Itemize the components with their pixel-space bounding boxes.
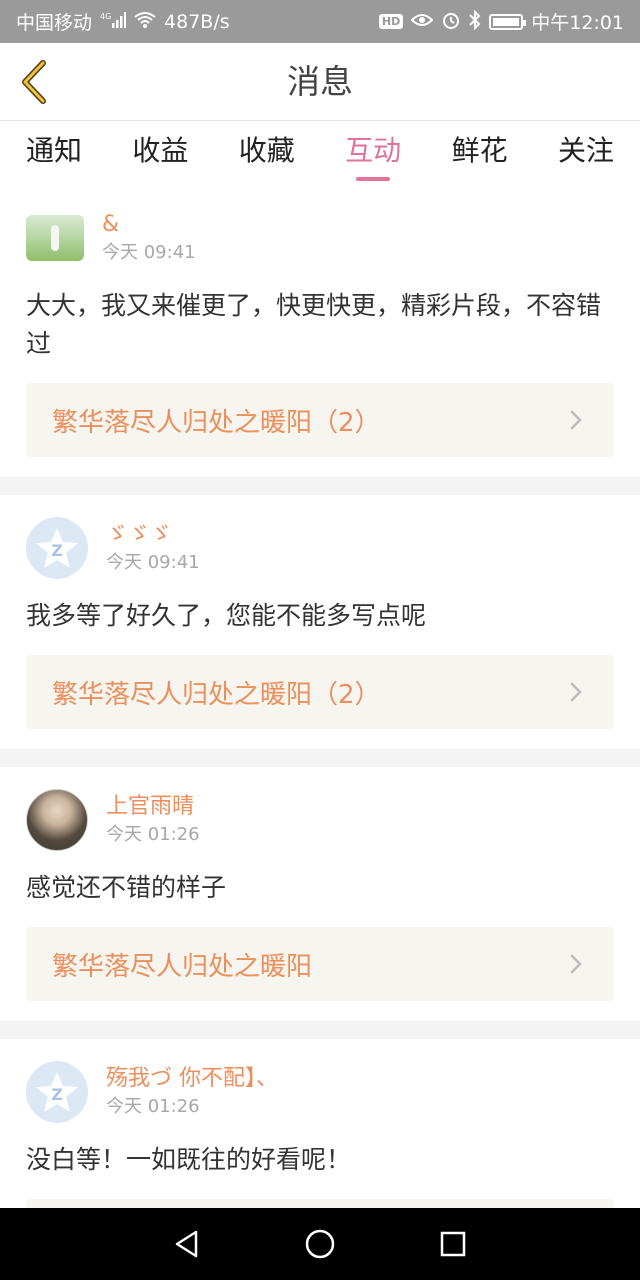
tab-label: 收藏 (238, 134, 295, 167)
tab-interactions[interactable]: 互动 (345, 121, 401, 185)
comment-text: 我多等了好久了，您能不能多写点呢 (26, 601, 427, 630)
message-card: 上官雨晴 今天 01:26 感觉还不错的样子 繁华落尽人归处之暖阳 (0, 767, 640, 1021)
status-bar: 中国移动 4G 487B/s HD 中午12:01 (0, 0, 640, 43)
message-card: Z 殇我づ 你不配】、 今天 01:26 没白等！一如既往的好看呢！ (0, 1039, 640, 1208)
username[interactable]: 殇我づ 你不配】、 (106, 1064, 278, 1094)
tab-flowers[interactable]: 鲜花 (452, 121, 508, 185)
tab-following[interactable]: 关注 (558, 121, 614, 185)
comment-text: 大大，我又来催更了，快更快更，精彩片段，不容错过 (26, 291, 602, 358)
book-title: 繁华落尽人归处之暖阳（2） (52, 679, 381, 710)
page-title: 消息 (287, 62, 353, 101)
tab-label: 鲜花 (451, 134, 508, 167)
book-link[interactable] (26, 1199, 614, 1208)
comment-text: 感觉还不错的样子 (26, 873, 227, 902)
alarm-icon (441, 10, 461, 34)
svg-text:Z: Z (51, 541, 63, 560)
message-list[interactable]: & 今天 09:41 大大，我又来催更了，快更快更，精彩片段，不容错过 繁华落尽… (0, 185, 640, 1208)
bluetooth-icon (469, 9, 481, 34)
tab-notifications[interactable]: 通知 (26, 121, 82, 185)
comment-text: 没白等！一如既往的好看呢！ (26, 1145, 352, 1174)
battery-icon (489, 13, 527, 30)
timestamp: 今天 01:26 (106, 824, 200, 845)
system-home-button[interactable] (292, 1216, 348, 1272)
triangle-back-icon (175, 1230, 197, 1258)
carrier-label: 中国移动 (16, 12, 93, 34)
square-recents-icon (441, 1231, 466, 1257)
book-title: 繁华落尽人归处之暖阳（2） (52, 407, 381, 438)
chevron-right-icon (570, 682, 582, 702)
book-link[interactable]: 繁华落尽人归处之暖阳（2） (26, 383, 614, 457)
book-link[interactable]: 繁华落尽人归处之暖阳 (26, 927, 614, 1001)
wifi-icon (134, 11, 156, 33)
tab-label: 关注 (557, 134, 614, 167)
username[interactable]: 上官雨晴 (106, 792, 200, 822)
username[interactable]: ゞゞゞ (106, 520, 200, 550)
default-avatar-icon[interactable]: Z (26, 1061, 88, 1123)
system-back-button[interactable] (159, 1216, 215, 1272)
tab-label: 收益 (132, 134, 189, 167)
book-link[interactable]: 繁华落尽人归处之暖阳（2） (26, 655, 614, 729)
chevron-right-icon (570, 954, 582, 974)
back-button[interactable] (14, 57, 54, 107)
tab-label: 通知 (26, 134, 83, 167)
tab-earnings[interactable]: 收益 (132, 121, 188, 185)
message-card: & 今天 09:41 大大，我又来催更了，快更快更，精彩片段，不容错过 繁华落尽… (0, 185, 640, 477)
circle-home-icon (305, 1229, 335, 1259)
nav-bar: 消息 (0, 43, 640, 121)
avatar[interactable] (26, 789, 88, 851)
hd-icon: HD (378, 14, 404, 29)
tab-label: 互动 (345, 134, 402, 167)
timestamp: 今天 09:41 (102, 242, 196, 263)
default-avatar-icon[interactable]: Z (26, 517, 88, 579)
network-type-label: 4G (100, 12, 111, 21)
avatar[interactable] (26, 215, 84, 261)
signal-icon: 4G (100, 11, 127, 33)
system-navigation-bar (0, 1208, 640, 1280)
chevron-right-icon (570, 410, 582, 430)
book-title: 繁华落尽人归处之暖阳 (52, 951, 313, 982)
clock: 中午12:01 (531, 12, 624, 34)
tab-favorites[interactable]: 收藏 (239, 121, 295, 185)
username[interactable]: & (102, 210, 196, 240)
system-recents-button[interactable] (425, 1216, 481, 1272)
eye-icon (410, 12, 434, 32)
message-card: Z ゞゞゞ 今天 09:41 我多等了好久了，您能不能多写点呢 繁华落尽人归处之… (0, 495, 640, 749)
timestamp: 今天 09:41 (106, 552, 200, 573)
network-speed: 487B/s (164, 10, 230, 33)
svg-text:Z: Z (51, 1085, 63, 1104)
battery-fill (493, 17, 520, 26)
timestamp: 今天 01:26 (106, 1096, 200, 1117)
active-tab-indicator (356, 177, 391, 181)
chevron-left-icon (22, 60, 46, 104)
tab-bar: 通知 收益 收藏 互动 鲜花 关注 (0, 121, 640, 185)
